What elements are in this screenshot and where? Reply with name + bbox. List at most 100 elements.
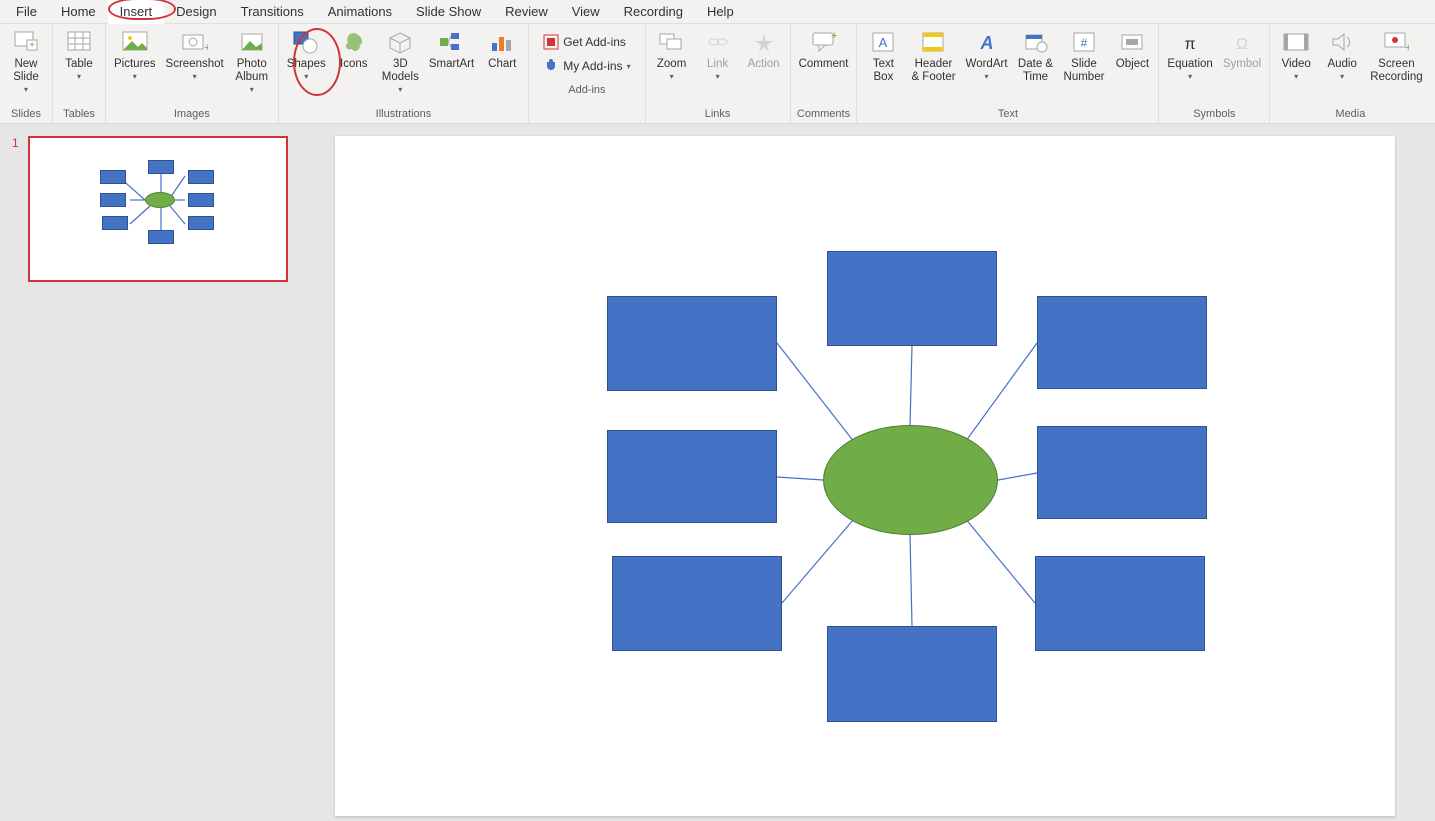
dropdown-caret: ▾ xyxy=(1188,72,1192,81)
group-label-addins: Add-ins xyxy=(533,82,640,99)
wordart-button[interactable]: A WordArt ▾ xyxy=(962,26,1012,83)
slide-canvas[interactable] xyxy=(335,136,1395,816)
tab-view[interactable]: View xyxy=(560,0,612,24)
screen-recording-label: Screen Recording xyxy=(1370,58,1422,84)
object-button[interactable]: Object xyxy=(1110,26,1154,73)
pictures-button[interactable]: Pictures ▾ xyxy=(110,26,160,83)
slide-number-button[interactable]: # Slide Number xyxy=(1060,26,1109,86)
text-box-button[interactable]: A Text Box xyxy=(861,26,905,86)
text-box-label: Text Box xyxy=(873,58,894,84)
diagram-rect-5[interactable] xyxy=(1035,556,1205,651)
table-button[interactable]: Table ▾ xyxy=(57,26,101,83)
svg-text:A: A xyxy=(879,35,888,50)
dropdown-caret: ▾ xyxy=(250,85,254,94)
thumb-rect xyxy=(188,216,214,230)
tab-slide-show[interactable]: Slide Show xyxy=(404,0,493,24)
diagram-rect-8[interactable] xyxy=(607,430,777,523)
tab-insert[interactable]: Insert xyxy=(108,0,165,24)
comment-icon: + xyxy=(810,28,838,56)
slide-thumbnail-number: 1 xyxy=(12,136,22,282)
group-links: Zoom ▾ Link ▾ Action Links xyxy=(646,24,791,123)
my-addins-label: My Add-ins xyxy=(563,59,622,73)
tab-help[interactable]: Help xyxy=(695,0,746,24)
screenshot-button[interactable]: + Screenshot ▾ xyxy=(162,26,228,83)
dropdown-caret: ▾ xyxy=(716,72,720,81)
slide-number-icon: # xyxy=(1070,28,1098,56)
diagram-rect-6[interactable] xyxy=(827,626,997,722)
tab-file[interactable]: File xyxy=(4,0,49,24)
new-slide-button[interactable]: + New Slide ▾ xyxy=(4,26,48,97)
smartart-icon xyxy=(438,28,466,56)
equation-icon: π xyxy=(1176,28,1204,56)
icons-button[interactable]: Icons xyxy=(332,26,376,73)
ribbon: + New Slide ▾ Slides Table ▾ Tables Pict… xyxy=(0,24,1435,124)
diagram-center-ellipse[interactable] xyxy=(823,425,998,535)
diagram-rect-4[interactable] xyxy=(1037,426,1207,519)
video-button[interactable]: Video ▾ xyxy=(1274,26,1318,83)
date-time-label: Date & Time xyxy=(1018,58,1053,84)
thumb-rect xyxy=(148,160,174,174)
get-addins-button[interactable]: Get Add-ins xyxy=(539,32,634,52)
thumb-rect xyxy=(100,170,126,184)
wordart-label: WordArt xyxy=(966,58,1008,71)
group-illustrations: Shapes ▾ Icons 3D Models ▾ SmartArt Char… xyxy=(279,24,529,123)
group-media: Video ▾ Audio ▾ + Screen Recording Media xyxy=(1270,24,1430,123)
slide-thumbnail-1[interactable] xyxy=(28,136,288,282)
slide-canvas-area xyxy=(315,124,1435,821)
my-addins-button[interactable]: My Add-ins ▾ xyxy=(539,56,634,76)
thumb-rect xyxy=(188,170,214,184)
tab-transitions[interactable]: Transitions xyxy=(229,0,316,24)
thumb-rect xyxy=(100,193,126,207)
tab-home[interactable]: Home xyxy=(49,0,108,24)
smartart-button[interactable]: SmartArt xyxy=(425,26,478,73)
get-addins-label: Get Add-ins xyxy=(563,35,626,49)
shapes-icon xyxy=(292,28,320,56)
group-label-comments: Comments xyxy=(795,106,853,123)
comment-button[interactable]: + Comment xyxy=(795,26,853,73)
photo-album-icon xyxy=(238,28,266,56)
dropdown-caret: ▾ xyxy=(627,62,631,71)
tab-recording[interactable]: Recording xyxy=(612,0,695,24)
tab-review[interactable]: Review xyxy=(493,0,560,24)
chart-icon xyxy=(488,28,516,56)
screen-recording-icon: + xyxy=(1382,28,1410,56)
header-footer-icon xyxy=(919,28,947,56)
group-label-illustrations: Illustrations xyxy=(283,106,524,123)
svg-text:+: + xyxy=(1405,42,1409,53)
new-slide-icon: + xyxy=(12,28,40,56)
diagram-rect-2[interactable] xyxy=(827,251,997,346)
dropdown-caret: ▾ xyxy=(1294,72,1298,81)
tab-design[interactable]: Design xyxy=(164,0,228,24)
screen-recording-button[interactable]: + Screen Recording xyxy=(1366,26,1426,86)
date-time-button[interactable]: Date & Time xyxy=(1014,26,1058,86)
group-addins: Get Add-ins My Add-ins ▾ Add-ins xyxy=(529,24,645,123)
zoom-button[interactable]: Zoom ▾ xyxy=(650,26,694,83)
diagram-rect-3[interactable] xyxy=(1037,296,1207,389)
dropdown-caret: ▾ xyxy=(133,72,137,81)
audio-button[interactable]: Audio ▾ xyxy=(1320,26,1364,83)
header-footer-button[interactable]: Header & Footer xyxy=(907,26,959,86)
dropdown-caret: ▾ xyxy=(77,72,81,81)
diagram-rect-1[interactable] xyxy=(607,296,777,391)
3d-models-button[interactable]: 3D Models ▾ xyxy=(378,26,423,97)
dropdown-caret: ▾ xyxy=(985,72,989,81)
audio-icon xyxy=(1328,28,1356,56)
diagram-rect-7[interactable] xyxy=(612,556,782,651)
pictures-icon xyxy=(121,28,149,56)
tab-animations[interactable]: Animations xyxy=(316,0,404,24)
thumb-rect xyxy=(188,193,214,207)
symbol-label: Symbol xyxy=(1223,58,1261,71)
group-label-tables: Tables xyxy=(57,106,101,123)
new-slide-label: New Slide xyxy=(13,58,39,84)
shapes-button[interactable]: Shapes ▾ xyxy=(283,26,330,83)
chart-button[interactable]: Chart xyxy=(480,26,524,73)
zoom-label: Zoom xyxy=(657,58,686,71)
svg-text:#: # xyxy=(1081,36,1088,50)
link-button: Link ▾ xyxy=(696,26,740,83)
equation-button[interactable]: π Equation ▾ xyxy=(1163,26,1216,83)
thumb-rect xyxy=(102,216,128,230)
action-label: Action xyxy=(748,58,780,71)
dropdown-caret: ▾ xyxy=(193,72,197,81)
photo-album-button[interactable]: Photo Album ▾ xyxy=(230,26,274,97)
pictures-label: Pictures xyxy=(114,58,156,71)
